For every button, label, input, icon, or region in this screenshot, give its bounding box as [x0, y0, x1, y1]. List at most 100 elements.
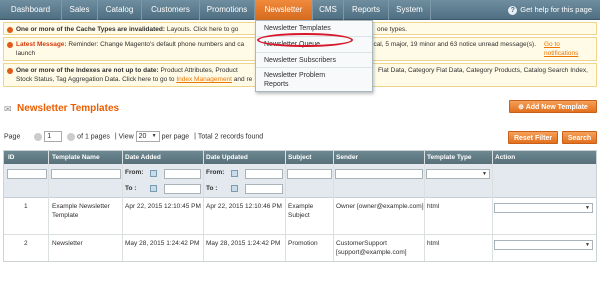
- col-template-name[interactable]: Template Name: [52, 151, 100, 164]
- calendar-icon[interactable]: [150, 185, 157, 192]
- per-page-label: per page: [161, 133, 190, 141]
- top-nav: Dashboard Sales Catalog Customers Promot…: [0, 0, 600, 20]
- per-page-value: 20: [138, 133, 147, 140]
- row-action-select[interactable]: [494, 203, 593, 213]
- divider: [492, 151, 493, 261]
- menu-newsletter-problem-reports[interactable]: Newsletter Problem Reports: [256, 68, 346, 92]
- date-updated-from-label: From:: [206, 169, 225, 176]
- date-added-to-label: To :: [125, 185, 137, 192]
- date-updated-from-input[interactable]: [245, 169, 283, 179]
- calendar-icon[interactable]: [150, 170, 157, 177]
- nav-dashboard[interactable]: Dashboard: [0, 0, 62, 20]
- filter-subject-input[interactable]: [287, 169, 332, 179]
- divider: [122, 151, 123, 261]
- add-new-template-button[interactable]: ⊕ Add New Template: [509, 100, 597, 113]
- date-added-to-input[interactable]: [164, 184, 201, 194]
- nav-reports[interactable]: Reports: [344, 0, 389, 20]
- page-input[interactable]: 1: [44, 131, 63, 142]
- message-text-line2: Stock Status, Tag Aggregation Data. Clic…: [16, 76, 175, 83]
- reset-filter-button[interactable]: Reset Filter: [508, 131, 558, 144]
- page-label: Page: [4, 133, 21, 141]
- date-updated-to-label: To :: [206, 185, 218, 192]
- help-label: Get help for this page: [520, 5, 592, 14]
- message-label: One or more of the Indexes are not up to…: [16, 67, 159, 74]
- filter-sender-input[interactable]: [335, 169, 423, 179]
- divider: [424, 151, 425, 261]
- templates-grid: ID Template Name Date Added Date Updated…: [3, 150, 597, 262]
- view-label: View: [118, 133, 134, 141]
- help-link[interactable]: ? Get help for this page: [508, 0, 592, 20]
- message-text: Layouts. Click here to go: [166, 26, 239, 33]
- row-date-updated: May 28, 2015 1:24:42 PM: [206, 240, 281, 247]
- row-sender: Owner [owner@example.com]: [336, 203, 424, 210]
- alert-icon: [7, 27, 13, 33]
- message-trail: Flat Data, Category Flat Data, Category …: [378, 67, 588, 74]
- table-row: 1 Example Newsletter Template Apr 22, 20…: [4, 199, 596, 235]
- message-label: One or more of the Cache Types are inval…: [16, 26, 166, 33]
- message-trail: ical, 5 major, 19 minor and 63 notice un…: [372, 41, 537, 48]
- highlight-circle: [257, 33, 353, 47]
- nav-system[interactable]: System: [389, 0, 431, 20]
- pager: Page 1 of 1 pages | View 20 ▼ per page | …: [4, 131, 264, 142]
- row-subject: Promotion: [288, 240, 318, 247]
- message-text-line2-end: and re: [233, 76, 253, 83]
- row-date-updated: Apr 22, 2015 12:10:46 PM: [206, 203, 282, 210]
- alert-icon: [7, 42, 13, 48]
- row-date-added: Apr 22, 2015 12:10:45 PM: [125, 203, 201, 210]
- menu-newsletter-subscribers[interactable]: Newsletter Subscribers: [256, 53, 372, 68]
- nav-customers[interactable]: Customers: [142, 0, 200, 20]
- notifications-link[interactable]: Go to notifications: [544, 40, 596, 58]
- envelope-icon: ✉: [4, 104, 12, 114]
- row-sender: CustomerSupport [support@example.com]: [336, 240, 407, 256]
- prev-page-icon[interactable]: [34, 132, 43, 141]
- nav-catalog[interactable]: Catalog: [98, 0, 142, 20]
- row-date-added: May 28, 2015 1:24:42 PM: [125, 240, 200, 247]
- calendar-icon[interactable]: [231, 185, 238, 192]
- row-action-select[interactable]: [494, 240, 593, 250]
- message-text: Product Attributes, Product: [160, 67, 238, 74]
- alert-icon: [7, 68, 13, 74]
- divider: [203, 151, 204, 261]
- row-template-type: html: [427, 240, 440, 247]
- plus-icon: ⊕: [518, 104, 525, 111]
- nav-sales[interactable]: Sales: [62, 0, 98, 20]
- date-added-from-label: From:: [125, 169, 144, 176]
- index-management-link[interactable]: Index Management: [176, 76, 232, 83]
- grid-header: ID Template Name Date Added Date Updated…: [4, 151, 596, 164]
- newsletter-dropdown: Newsletter Templates Newsletter Queue Ne…: [255, 20, 373, 92]
- row-template-type: html: [427, 203, 440, 210]
- nav-cms[interactable]: CMS: [313, 0, 344, 20]
- divider: [48, 151, 49, 261]
- filter-id-input[interactable]: [7, 169, 47, 179]
- col-subject[interactable]: Subject: [288, 151, 311, 164]
- next-page-icon[interactable]: [67, 132, 76, 141]
- per-page-select[interactable]: 20 ▼: [135, 131, 160, 142]
- message-text: Reminder: Change Magento's default phone…: [68, 41, 245, 48]
- row-id: 2: [24, 240, 28, 247]
- nav-promotions[interactable]: Promotions: [200, 0, 255, 20]
- table-row: 2 Newsletter May 28, 2015 1:24:42 PM May…: [4, 236, 596, 261]
- divider: [333, 151, 334, 261]
- help-icon: ?: [508, 5, 518, 15]
- col-date-added[interactable]: Date Added: [125, 151, 161, 164]
- date-added-from-input[interactable]: [164, 169, 201, 179]
- divider: [285, 151, 286, 261]
- search-button[interactable]: Search: [562, 131, 597, 144]
- of-pages-label: of 1 pages: [77, 133, 110, 141]
- col-template-type[interactable]: Template Type: [427, 151, 472, 164]
- message-label: Latest Message:: [16, 41, 67, 48]
- calendar-icon[interactable]: [231, 170, 238, 177]
- filter-name-input[interactable]: [51, 169, 121, 179]
- message-trail: one types.: [377, 26, 407, 33]
- row-id: 1: [24, 203, 28, 210]
- nav-newsletter[interactable]: Newsletter: [255, 0, 313, 20]
- filter-type-select[interactable]: [426, 169, 490, 179]
- row-subject: Example Subject: [288, 203, 314, 219]
- date-updated-to-input[interactable]: [245, 184, 283, 194]
- col-id[interactable]: ID: [8, 151, 15, 164]
- filter-row: From: To : From: To :: [4, 164, 596, 198]
- col-sender[interactable]: Sender: [336, 151, 358, 164]
- chevron-down-icon: ▼: [151, 133, 157, 139]
- page-title: Newsletter Templates: [17, 103, 120, 114]
- col-date-updated[interactable]: Date Updated: [206, 151, 248, 164]
